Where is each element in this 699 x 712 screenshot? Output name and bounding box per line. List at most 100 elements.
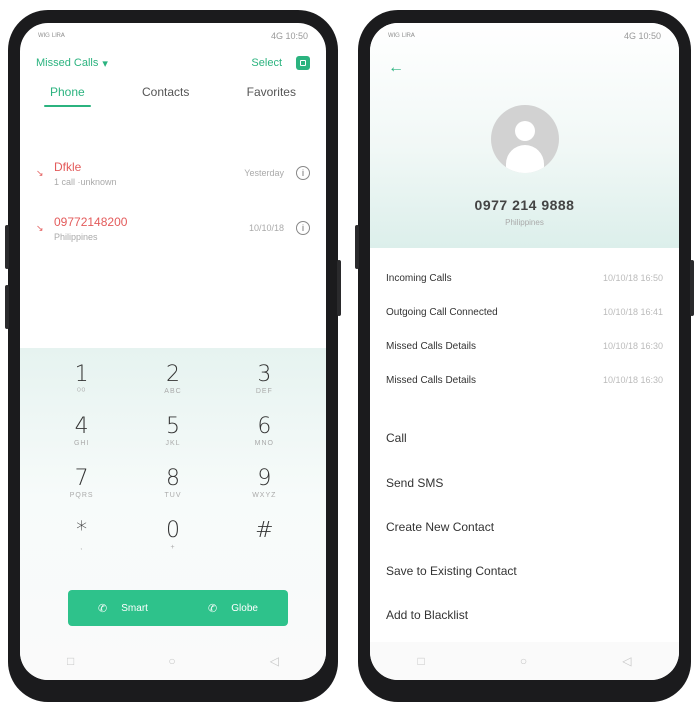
key-digit: # [255,518,274,543]
create-contact-action[interactable]: Create New Contact [386,507,663,547]
status-left: ᵂᴵᴳ ᴸᴵᴿᴬ [388,31,415,41]
home-icon[interactable]: ○ [520,654,527,668]
missed-call-icon: ↘ [36,167,44,178]
key-digit: 1 [74,362,89,387]
key-digit: 2 [165,362,180,387]
key-3[interactable]: 3 DEF [219,362,310,406]
key-letters: ᴼᴼ [77,388,87,395]
call-filter-label: Missed Calls [36,57,99,69]
home-icon[interactable]: ○ [168,654,175,668]
power-button [337,260,341,316]
key-hash[interactable]: # [219,518,310,562]
history-time: 10/10/18 16:30 [602,375,663,385]
volume-button [5,225,9,269]
avatar-head [514,121,535,141]
call-info: 09772148200 Philippines [54,215,249,242]
call-time: Yesterday [244,168,284,178]
key-letters: , [80,544,84,551]
key-digit: 7 [74,466,89,491]
key-letters: PQRS [69,492,94,499]
avatar-body [505,145,544,173]
call-details-screen: ᵂᴵᴳ ᴸᴵᴿᴬ 4G 10:50 ← 0977 214 9888 Philip… [370,23,679,680]
power-button [690,260,694,316]
back-icon[interactable]: ◁ [270,654,279,668]
key-4[interactable]: 4 GHI [36,414,127,458]
tab-bar: Phone Contacts Favorites [36,78,310,114]
key-star[interactable]: *, [36,518,127,562]
key-digit: * [76,518,88,543]
contact-header: ᵂᴵᴳ ᴸᴵᴿᴬ 4G 10:50 ← 0977 214 9888 Philip… [370,23,679,248]
key-1[interactable]: 1 ᴼᴼ [36,362,127,406]
phone-right: ᵂᴵᴳ ᴸᴵᴿᴬ 4G 10:50 ← 0977 214 9888 Philip… [355,10,694,702]
history-time: 10/10/18 16:50 [602,273,663,283]
recents-icon[interactable]: □ [418,654,425,668]
key-8[interactable]: 8 TUV [127,466,218,510]
call-action[interactable]: Call [386,418,663,458]
dial-sim1-button[interactable]: ✆ Smart [68,590,178,626]
history-time: 10/10/18 16:30 [602,341,663,351]
contact-location: Philippines [505,218,544,227]
back-arrow-icon[interactable]: ← [388,59,404,77]
key-letters: ABC [164,388,182,395]
settings-icon[interactable] [296,56,310,70]
call-history-row: Missed Calls Details 10/10/18 16:30 [386,363,663,397]
call-log-item[interactable]: ↘ 09772148200 Philippines 10/10/18 i [36,208,310,248]
info-icon[interactable]: i [296,221,310,235]
phone-icon: ✆ [208,602,218,615]
back-icon[interactable]: ◁ [622,654,631,668]
navigation-bar: □ ○ ◁ [20,642,326,680]
key-digit: 9 [257,466,272,491]
dial-sim2-button[interactable]: ✆ Globe [178,590,288,626]
recents-icon[interactable]: □ [67,654,74,668]
volume-button [5,285,9,329]
dial-sim1-label: Smart [121,602,148,614]
add-blacklist-action[interactable]: Add to Blacklist [386,595,663,635]
key-digit: 8 [165,466,180,491]
avatar [490,105,559,173]
history-label: Outgoing Call Connected [386,306,498,318]
call-log-item[interactable]: ↘ Dfkle 1 call ·unknown Yesterday i [36,153,310,193]
tab-phone[interactable]: Phone [44,85,91,107]
status-right: 4G 10:50 [270,31,308,41]
tab-contacts[interactable]: Contacts [142,85,189,107]
history-label: Missed Calls Details [386,374,477,386]
key-5[interactable]: 5 JKL [127,414,218,458]
caller-name: Dfkle [54,159,82,174]
status-right: 4G 10:50 [623,31,661,41]
key-9[interactable]: 9 WXYZ [219,466,310,510]
info-icon[interactable]: i [296,166,310,180]
key-digit: 3 [257,362,272,387]
dialer-screen: ᵂᴵᴳ ᴸᴵᴿᴬ 4G 10:50 Missed Calls ▾ Select … [20,23,326,680]
tab-favorites[interactable]: Favorites [247,85,296,107]
call-info: Dfkle 1 call ·unknown [54,160,244,187]
key-0[interactable]: 0 + [127,518,218,562]
key-7[interactable]: 7 PQRS [36,466,127,510]
status-bar: ᵂᴵᴳ ᴸᴵᴿᴬ 4G 10:50 [388,29,661,43]
call-time: 10/10/18 [248,223,284,233]
volume-button [355,225,359,269]
key-letters: JKL [165,440,181,447]
dialpad-keys: 1 ᴼᴼ 2 ABC 3 DEF 4 GHI 5 JKL 6 MNO 7 PQRS 8 TUV … [36,362,310,562]
select-button[interactable]: Select [251,57,282,69]
navigation-bar: □ ○ ◁ [370,642,679,680]
key-6[interactable]: 6 MNO [219,414,310,458]
key-digit: 5 [165,414,180,439]
call-filter-dropdown[interactable]: Missed Calls ▾ [36,57,108,70]
phone-icon: ✆ [98,602,108,615]
send-sms-action[interactable]: Send SMS [386,463,663,503]
call-history-row: Outgoing Call Connected 10/10/18 16:41 [386,295,663,329]
key-letters: TUV [164,492,182,499]
status-left: ᵂᴵᴳ ᴸᴵᴿᴬ [38,31,65,41]
phone-left: ᵂᴵᴳ ᴸᴵᴿᴬ 4G 10:50 Missed Calls ▾ Select … [5,10,341,702]
history-label: Incoming Calls [386,272,452,284]
status-bar: ᵂᴵᴳ ᴸᴵᴿᴬ 4G 10:50 [38,29,308,43]
key-letters: WXYZ [252,492,277,499]
caller-detail: 1 call ·unknown [54,176,117,187]
key-letters: + [170,544,176,551]
save-existing-contact-action[interactable]: Save to Existing Contact [386,551,663,591]
call-history-row: Incoming Calls 10/10/18 16:50 [386,261,663,295]
dial-bar: ✆ Smart ✆ Globe [68,590,288,626]
caller-name: 09772148200 [54,214,128,229]
key-2[interactable]: 2 ABC [127,362,218,406]
key-digit: 0 [165,518,180,543]
